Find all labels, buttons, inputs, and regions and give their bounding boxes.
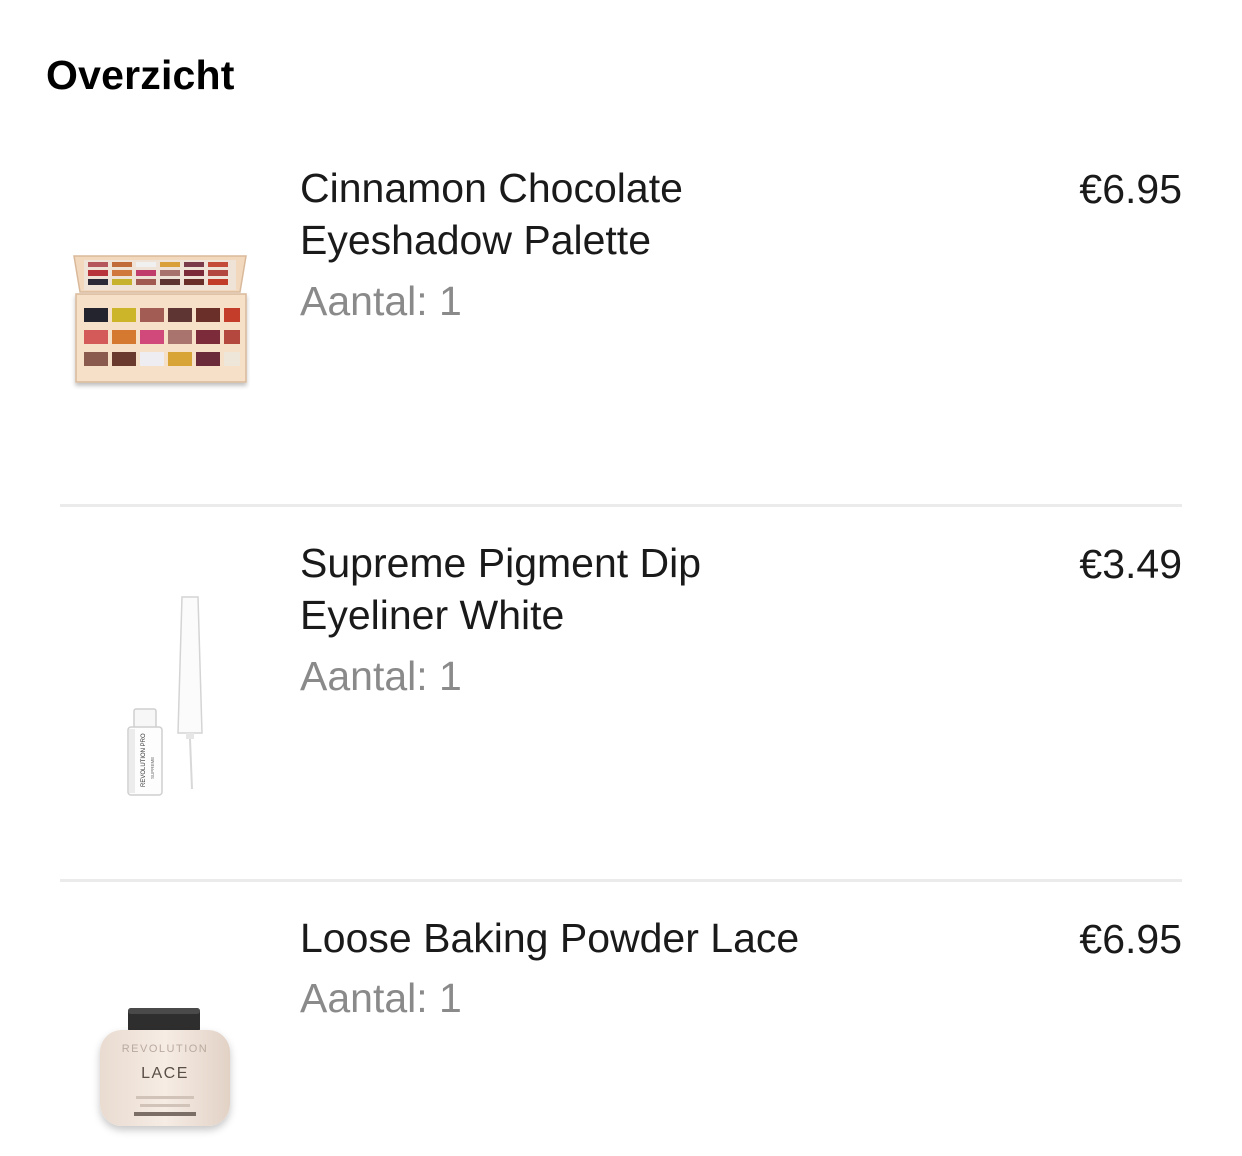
list-item[interactable]: REVOLUTION LACE Loose Baking Powder Lace… bbox=[60, 900, 1182, 1156]
powder-jar-image: REVOLUTION LACE bbox=[100, 1008, 230, 1126]
list-item[interactable]: REVOLUTION PRO SUPREME Supreme Pigment D… bbox=[60, 525, 1182, 875]
product-image[interactable] bbox=[70, 250, 250, 395]
product-name[interactable]: Loose Baking Powder Lace bbox=[300, 912, 860, 964]
eyeshadow-palette-image bbox=[73, 255, 247, 383]
product-image[interactable]: REVOLUTION PRO SUPREME bbox=[118, 593, 228, 808]
divider bbox=[60, 504, 1182, 507]
jar-shade-text: LACE bbox=[141, 1065, 189, 1082]
page-title: Overzicht bbox=[46, 52, 235, 98]
quantity-label: Aantal: 1 bbox=[300, 278, 462, 324]
bottle-brand-text: REVOLUTION PRO bbox=[141, 733, 147, 787]
price-label: €6.95 bbox=[1079, 916, 1182, 962]
jar-brand-text: REVOLUTION bbox=[122, 1043, 209, 1055]
quantity-label: Aantal: 1 bbox=[300, 975, 462, 1021]
quantity-label: Aantal: 1 bbox=[300, 653, 462, 699]
list-item[interactable]: Cinnamon Chocolate Eyeshadow Palette Aan… bbox=[60, 150, 1182, 500]
product-image[interactable]: REVOLUTION LACE bbox=[88, 1000, 248, 1155]
price-label: €6.95 bbox=[1079, 166, 1182, 212]
divider bbox=[60, 879, 1182, 882]
price-label: €3.49 bbox=[1079, 541, 1182, 587]
product-name[interactable]: Cinnamon Chocolate Eyeshadow Palette bbox=[300, 162, 860, 266]
product-name[interactable]: Supreme Pigment Dip Eyeliner White bbox=[300, 537, 860, 641]
eyeliner-bottle-image: REVOLUTION PRO SUPREME bbox=[127, 596, 203, 796]
bottle-sub-text: SUPREME bbox=[150, 757, 155, 779]
